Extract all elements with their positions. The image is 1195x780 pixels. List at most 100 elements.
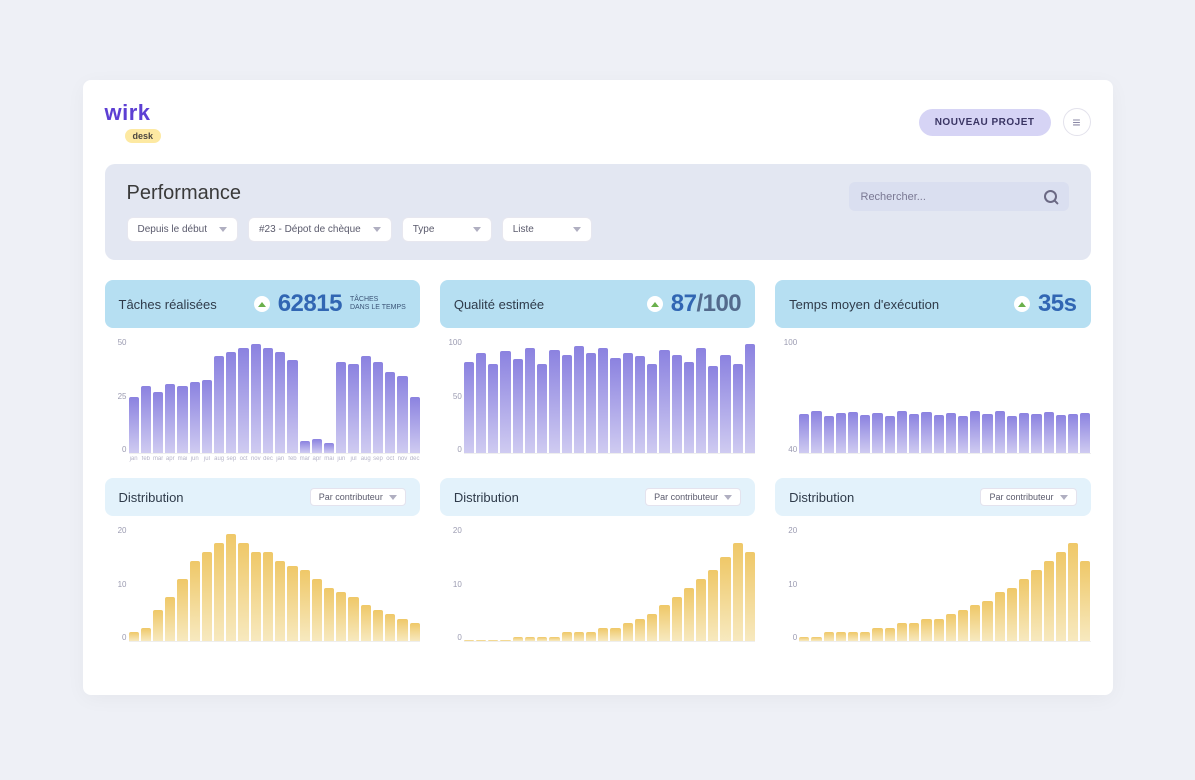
chart-bar: [410, 397, 420, 454]
chart-bar: [684, 362, 694, 453]
chart-bar: [324, 588, 334, 641]
chart-bar: [720, 355, 730, 453]
chart-bar: [897, 411, 907, 453]
search-box[interactable]: [849, 182, 1069, 211]
chart-bar: [190, 561, 200, 641]
chart-bar: [745, 552, 755, 641]
dist-filter-label: Par contributeur: [989, 492, 1053, 502]
filter-view[interactable]: Liste: [502, 217, 592, 242]
chart-tasks: 50250janfebmaraprmaijunjulaugsepoctnovde…: [105, 338, 420, 468]
trend-up-icon: [258, 302, 266, 307]
chart-bar: [872, 628, 882, 641]
chevron-down-icon: [1060, 495, 1068, 500]
dist-filter-pill[interactable]: Par contributeur: [645, 488, 741, 506]
chart-bar: [672, 355, 682, 453]
chart-bar: [202, 380, 212, 453]
filter-period[interactable]: Depuis le début: [127, 217, 239, 242]
card-time-header: Temps moyen d'exécution 35s: [775, 280, 1090, 328]
dist-filter-label: Par contributeur: [319, 492, 383, 502]
chart-bar: [373, 362, 383, 453]
search-input[interactable]: [861, 191, 1021, 203]
filter-view-label: Liste: [513, 224, 534, 235]
chart-bar: [574, 346, 584, 453]
chart-bar: [708, 366, 718, 453]
chart-bar: [696, 579, 706, 641]
chart-bar: [946, 614, 956, 641]
chart-bar: [513, 637, 523, 641]
chart-bar: [1068, 414, 1078, 453]
card-quality-right: 87/100: [647, 290, 741, 318]
logo: wirk desk: [105, 100, 162, 144]
chart-bar: [300, 570, 310, 641]
chart-bar: [1031, 570, 1041, 641]
chart-bar: [275, 561, 285, 641]
chart-bar: [635, 356, 645, 453]
chart-bar: [934, 415, 944, 453]
tasks-sub2: DANS LE TEMPS: [350, 304, 406, 312]
chevron-down-icon: [573, 227, 581, 232]
chart-bar: [129, 397, 139, 454]
filter-period-label: Depuis le début: [138, 224, 208, 235]
trend-up-badge: [1014, 296, 1030, 312]
chart-bar: [1056, 415, 1066, 453]
chart-bar: [190, 382, 200, 453]
chart-bar: [324, 443, 334, 453]
chart-bar: [153, 392, 163, 453]
chart-bar: [312, 579, 322, 641]
chart-bar: [500, 351, 510, 453]
chart-bar: [995, 411, 1005, 453]
chart-bar: [1068, 543, 1078, 641]
trend-up-badge: [647, 296, 663, 312]
chart-bar: [251, 344, 261, 453]
chart-bar: [610, 628, 620, 641]
chart-bar: [348, 364, 358, 453]
chart-bar: [647, 364, 657, 453]
chevron-down-icon: [473, 227, 481, 232]
dist-filter-pill[interactable]: Par contributeur: [310, 488, 406, 506]
chart-bar: [958, 610, 968, 641]
chart-bar: [336, 592, 346, 641]
filter-panel: Performance Depuis le début #23 - Dépot …: [105, 164, 1091, 260]
chart-bar: [488, 364, 498, 453]
dist-title: Distribution: [454, 490, 519, 505]
col-tasks: Tâches réalisées 62815 TÂCHES DANS LE TE…: [105, 280, 420, 656]
filter-project[interactable]: #23 - Dépot de chèque: [248, 217, 392, 242]
chevron-down-icon: [389, 495, 397, 500]
card-quality-title: Qualité estimée: [454, 297, 544, 312]
chart-bar: [623, 353, 633, 453]
chart-bar: [872, 413, 882, 453]
chart-bar: [141, 386, 151, 453]
menu-button[interactable]: ≡: [1063, 108, 1091, 136]
chart-bar: [373, 610, 383, 641]
chart-bar: [1019, 579, 1029, 641]
chart-bar: [885, 628, 895, 641]
chart-bar: [635, 619, 645, 641]
filters-row: Depuis le début #23 - Dépot de chèque Ty…: [127, 217, 829, 242]
chart-bar: [251, 552, 261, 641]
chart-bar: [982, 414, 992, 453]
chart-bar: [263, 552, 273, 641]
card-dist-quality-header: Distribution Par contributeur: [440, 478, 755, 516]
page-title: Performance: [127, 182, 829, 205]
chart-bar: [1007, 416, 1017, 453]
chart-bar: [238, 348, 248, 453]
chart-bar: [958, 416, 968, 453]
card-dist-time-header: Distribution Par contributeur: [775, 478, 1090, 516]
chart-bar: [202, 552, 212, 641]
new-project-button[interactable]: NOUVEAU PROJET: [919, 109, 1051, 136]
chart-dist-time: 20100: [775, 526, 1090, 656]
tasks-value: 62815: [278, 290, 342, 318]
chart-bar: [836, 632, 846, 641]
dist-title: Distribution: [119, 490, 184, 505]
chart-bar: [598, 628, 608, 641]
chart-bar: [720, 557, 730, 641]
card-tasks-header: Tâches réalisées 62815 TÂCHES DANS LE TE…: [105, 280, 420, 328]
dist-filter-pill[interactable]: Par contributeur: [980, 488, 1076, 506]
card-dist-tasks-header: Distribution Par contributeur: [105, 478, 420, 516]
chart-bar: [897, 623, 907, 641]
chart-bar: [1019, 413, 1029, 453]
filter-panel-left: Performance Depuis le début #23 - Dépot …: [127, 182, 829, 242]
chart-bar: [397, 376, 407, 453]
filter-type[interactable]: Type: [402, 217, 492, 242]
chart-bar: [909, 414, 919, 453]
